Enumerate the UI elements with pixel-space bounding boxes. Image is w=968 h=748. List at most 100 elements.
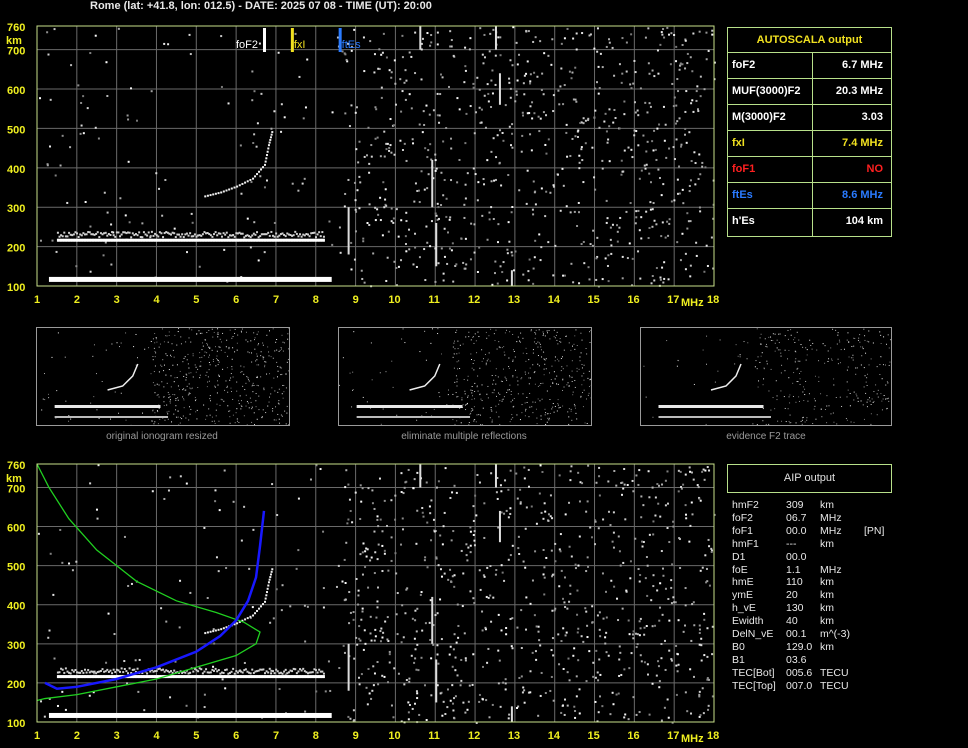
noise-dot: [360, 618, 363, 621]
thumb-noise: [574, 380, 576, 382]
noise-dot: [350, 241, 353, 244]
f-trace-dot: [204, 632, 207, 635]
noise-dot: [649, 201, 652, 204]
noise-dot: [439, 598, 442, 601]
thumb-noise: [544, 359, 546, 361]
noise-dot: [436, 202, 439, 205]
thumb-noise: [226, 367, 228, 369]
thumb-noise: [166, 382, 168, 384]
thumb-noise: [554, 337, 556, 339]
noise-dot: [556, 173, 559, 176]
thumb-noise: [498, 416, 500, 418]
noise-dot: [433, 530, 436, 533]
thumb-noise: [154, 342, 156, 344]
thumb-noise: [543, 358, 545, 360]
noise-dot: [472, 653, 475, 656]
thumb-noise: [281, 373, 283, 375]
thumb-noise: [98, 417, 100, 419]
noise-dot: [413, 478, 416, 481]
thumb-noise: [783, 396, 785, 398]
thumb-noise: [534, 332, 536, 334]
thumb-noise: [776, 347, 778, 349]
thumb-noise: [790, 329, 792, 331]
thumb-noise: [581, 384, 583, 386]
thumb-noise: [352, 389, 354, 391]
noise-dot: [424, 622, 427, 625]
thumb-noise: [535, 408, 537, 410]
thumb-noise: [205, 418, 207, 420]
thumb-noise: [238, 400, 240, 402]
noise-dot: [386, 524, 389, 527]
thumb-e-trace: [356, 416, 471, 418]
noise-dot: [602, 617, 605, 620]
aip-cell: hmE: [732, 576, 754, 589]
thumb-noise: [154, 384, 156, 386]
thumb-noise: [484, 353, 486, 355]
thumb-noise: [866, 406, 868, 408]
noise-dot: [618, 658, 621, 661]
thumb-noise: [179, 422, 181, 424]
thumb-noise: [835, 329, 837, 331]
noise-dot: [421, 629, 424, 632]
marker-fxI-label: fxI: [294, 39, 306, 51]
y-tick-label: 200: [7, 243, 25, 255]
thumb-noise: [490, 407, 492, 409]
aip-profile-chart: 1 2 3 4 5 6 7 8 9 10 11 12 13 14 15 16 17 181002003004005…: [6, 460, 719, 745]
noise-dot: [372, 665, 375, 668]
thumb-noise: [227, 391, 229, 393]
noise-dot: [678, 117, 681, 120]
thumb-noise: [68, 415, 70, 417]
noise-dot: [223, 248, 226, 251]
noise-dot: [595, 257, 598, 260]
thumb-noise: [510, 418, 512, 420]
thumb-noise: [487, 385, 489, 387]
noise-dot: [369, 615, 372, 618]
thumb-noise: [760, 333, 762, 335]
thumb-noise: [183, 399, 185, 401]
noise-dot: [637, 568, 640, 571]
noise-dot: [515, 93, 518, 96]
thumb-noise: [176, 377, 178, 379]
thumb-noise: [857, 400, 859, 402]
thumb-noise: [863, 386, 865, 388]
thumb-noise: [833, 421, 835, 423]
noise-dot: [490, 472, 493, 475]
noise-dot: [370, 155, 373, 158]
thumb-noise: [437, 333, 439, 335]
noise-dot: [688, 131, 691, 134]
thumb-noise: [148, 347, 150, 349]
thumb-noise: [824, 409, 826, 411]
thumb-noise: [236, 390, 238, 392]
thumb-noise: [229, 410, 231, 412]
noise-dot: [61, 561, 64, 564]
es-trace-dot: [128, 231, 131, 234]
thumb-noise: [508, 357, 510, 359]
thumb-noise: [801, 423, 803, 425]
noise-dot: [277, 51, 280, 54]
thumb-noise: [465, 409, 467, 411]
noise-dot: [633, 129, 636, 132]
noise-dot: [607, 280, 610, 283]
thumb-noise: [172, 349, 174, 351]
noise-dot: [511, 123, 514, 126]
thumb-noise: [277, 370, 279, 372]
noise-dot: [525, 506, 528, 509]
noise-dot: [533, 614, 536, 617]
thumb-noise: [872, 342, 874, 344]
noise-dot: [418, 123, 421, 126]
thumb-noise: [839, 341, 841, 343]
noise-dot: [420, 78, 423, 81]
noise-dot: [54, 174, 57, 177]
noise-dot: [437, 262, 440, 265]
thumb-noise: [282, 350, 284, 352]
thumb-noise: [818, 376, 820, 378]
interference-streak: [435, 659, 438, 703]
noise-dot: [507, 558, 510, 561]
thumb-noise: [177, 331, 179, 333]
noise-dot: [621, 607, 624, 610]
noise-dot: [393, 59, 396, 62]
noise-dot: [275, 588, 278, 591]
noise-dot: [647, 237, 650, 240]
noise-dot: [666, 26, 669, 29]
noise-dot: [470, 222, 473, 225]
